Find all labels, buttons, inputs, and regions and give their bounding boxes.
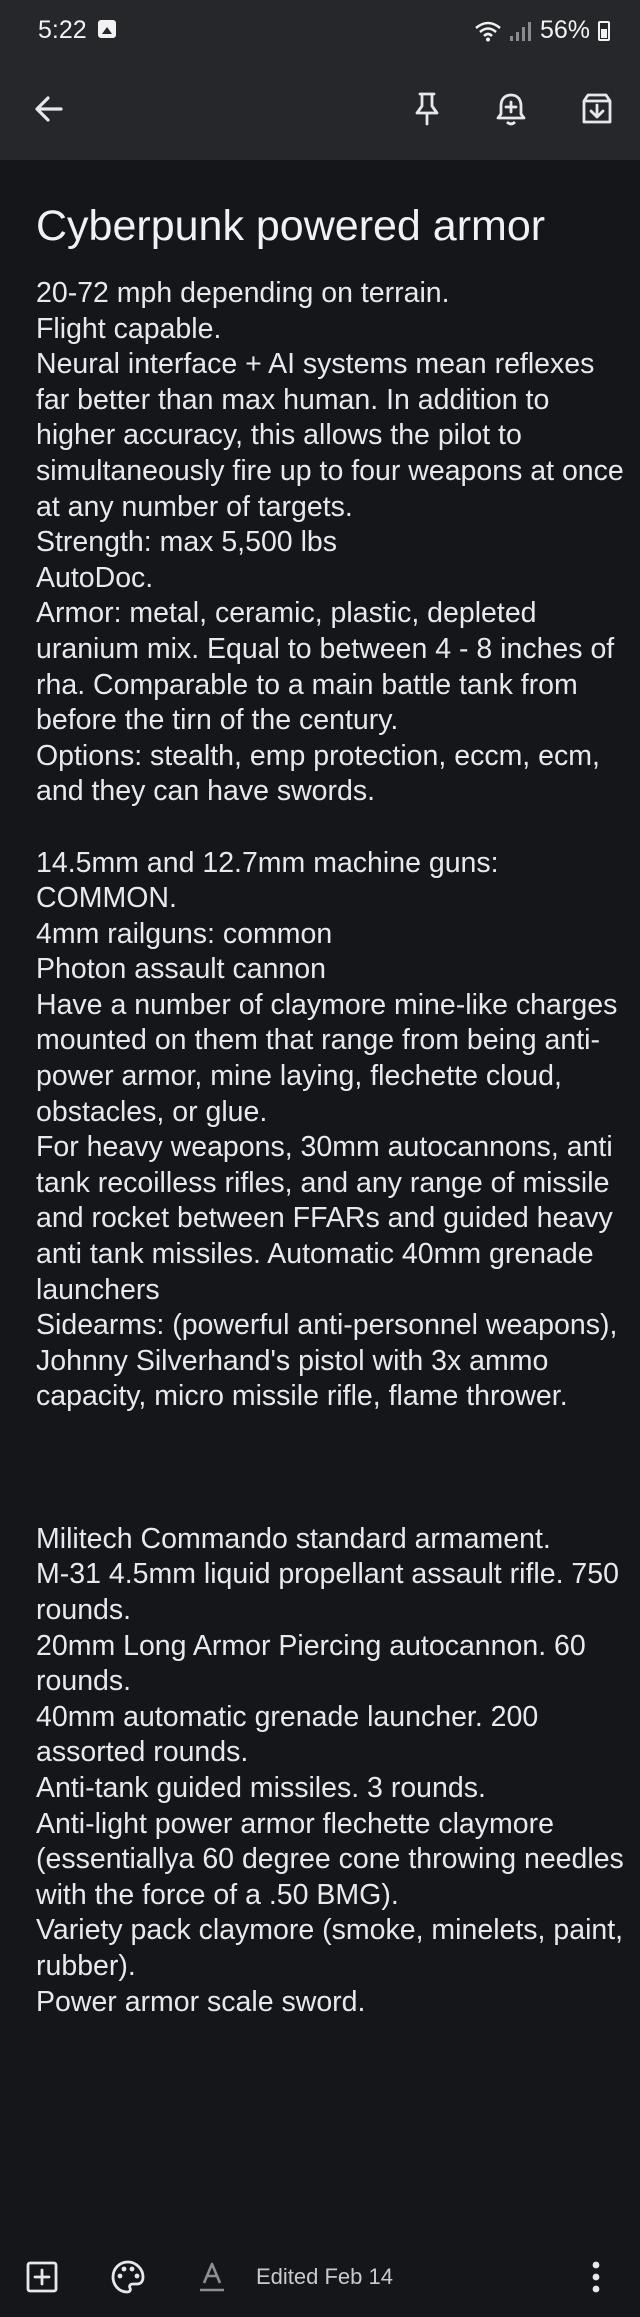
battery-icon bbox=[598, 20, 610, 41]
battery-percent: 56% bbox=[539, 16, 590, 44]
note-bottom-bar: Edited Feb 14 bbox=[0, 2237, 640, 2317]
status-bar: 5:22 56% bbox=[0, 0, 640, 58]
add-box-icon bbox=[26, 2261, 58, 2293]
palette-icon bbox=[111, 2260, 145, 2294]
color-palette-button[interactable] bbox=[102, 2251, 154, 2303]
status-indicators: 56% bbox=[474, 16, 610, 45]
text-format-button[interactable] bbox=[186, 2251, 238, 2303]
pin-icon bbox=[415, 92, 439, 126]
gallery-icon bbox=[98, 20, 116, 38]
signal-icon bbox=[509, 21, 531, 41]
add-reminder-icon bbox=[496, 93, 526, 126]
archive-icon bbox=[582, 93, 612, 124]
reminder-button[interactable] bbox=[484, 82, 538, 136]
back-arrow-icon bbox=[35, 96, 63, 122]
wifi-icon bbox=[475, 21, 501, 41]
note-title[interactable]: Cyberpunk powered armor bbox=[36, 198, 616, 254]
more-vert-icon bbox=[592, 2261, 600, 2293]
edited-timestamp: Edited Feb 14 bbox=[256, 2264, 393, 2289]
pin-button[interactable] bbox=[400, 82, 454, 136]
note-toolbar bbox=[0, 58, 640, 160]
note-body[interactable]: 20-72 mph depending on terrain. Flight c… bbox=[36, 276, 626, 2020]
archive-button[interactable] bbox=[570, 82, 624, 136]
add-content-button[interactable] bbox=[16, 2251, 68, 2303]
more-options-button[interactable] bbox=[570, 2251, 622, 2303]
status-time: 5:22 bbox=[38, 16, 87, 44]
text-format-icon bbox=[200, 2262, 224, 2292]
back-button[interactable] bbox=[22, 82, 76, 136]
